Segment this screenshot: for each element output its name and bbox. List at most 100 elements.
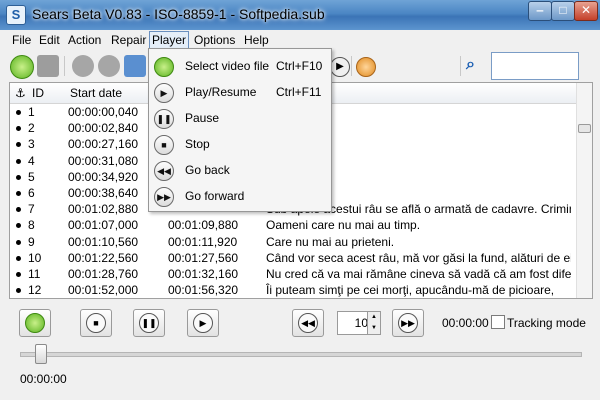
menu-item-stop[interactable]: ■ Stop [149, 131, 331, 157]
close-button[interactable]: ✕ [574, 1, 598, 21]
open-file-icon[interactable] [10, 55, 34, 79]
menu-item-label: Stop [185, 137, 210, 151]
cell-id: 7 [28, 202, 35, 217]
cell-text: Nu cred că va mai rămâne cineva să vadă … [266, 267, 571, 281]
table-row[interactable]: 9 00:01:10,560 00:01:11,920 Care nu mai au … [10, 234, 576, 250]
menu-file[interactable]: File [10, 32, 33, 48]
table-row[interactable]: 8 00:01:07,000 00:01:09,880 Oameni care nu … [10, 217, 576, 233]
row-bullet-icon [16, 174, 21, 180]
pause-icon: ❚❚ [139, 313, 159, 333]
export-icon[interactable] [124, 55, 146, 77]
cell-start: 00:01:52,000 [68, 283, 139, 298]
row-bullet-icon [16, 158, 21, 164]
fast-forward-icon: ▶▶ [398, 313, 418, 333]
folder-video-icon [154, 57, 174, 77]
tracking-mode-label: Tracking mode [507, 316, 586, 330]
play-button[interactable]: ▶ [187, 309, 219, 337]
scrollbar-thumb[interactable] [578, 124, 591, 133]
cell-end: 00:01:27,560 [168, 250, 239, 265]
tracking-mode-checkbox[interactable] [491, 315, 505, 329]
step-spinner[interactable]: ▲ ▼ [367, 311, 381, 335]
cell-end: 00:01:32,160 [168, 267, 239, 281]
rewind-icon: ◀◀ [154, 161, 174, 181]
pause-button[interactable]: ❚❚ [133, 309, 165, 337]
cell-text: Oameni care nu mai au timp. [266, 218, 421, 233]
menu-repair[interactable]: Repair [109, 32, 148, 48]
cell-id: 4 [28, 153, 35, 168]
menu-action[interactable]: Action [66, 32, 103, 48]
menu-item-label: Go forward [185, 189, 245, 203]
row-bullet-icon [16, 126, 21, 132]
menu-bar: File Edit Action Repair Player Options H… [0, 30, 600, 50]
go-forward-button[interactable]: ▶▶ [392, 309, 424, 337]
cell-start: 00:01:10,560 [68, 234, 139, 249]
menu-item-play-resume[interactable]: ▶ Play/Resume Ctrl+F11 [149, 79, 331, 105]
maximize-button[interactable]: □ [551, 1, 575, 21]
seek-slider-thumb[interactable] [35, 344, 47, 364]
time-display: 00:00:00 [442, 316, 489, 330]
menu-item-label: Go back [185, 163, 230, 177]
menu-item-pause[interactable]: ❚❚ Pause [149, 105, 331, 131]
menu-help[interactable]: Help [242, 32, 271, 48]
menu-item-shortcut: Ctrl+F10 [276, 59, 323, 73]
step-input[interactable]: 10 [337, 311, 371, 335]
position-time: 00:00:00 [20, 372, 67, 386]
close-file-icon[interactable] [37, 55, 59, 77]
menu-options[interactable]: Options [192, 32, 237, 48]
stop-button[interactable]: ■ [80, 309, 112, 337]
toolbar-separator [64, 56, 65, 76]
menu-item-select-video-file[interactable]: Select video file Ctrl+F10 [149, 53, 331, 79]
table-row[interactable]: 10 00:01:22,560 00:01:27,560 Când vor seca … [10, 250, 576, 266]
cell-start: 00:01:28,760 [68, 267, 139, 281]
toolbar-separator [460, 56, 461, 76]
next-icon[interactable]: ▶ [330, 57, 350, 77]
anchor-icon: ⚓ [15, 86, 26, 100]
cell-end: 00:01:11,920 [168, 234, 238, 249]
save-icon[interactable] [72, 55, 94, 77]
menu-item-label: Play/Resume [185, 85, 257, 99]
cell-end: 00:01:09,880 [168, 218, 239, 233]
menu-edit[interactable]: Edit [37, 32, 62, 48]
seek-slider-track[interactable] [20, 352, 582, 357]
cell-start: 00:00:02,840 [68, 121, 139, 136]
cell-start: 00:01:22,560 [68, 250, 139, 265]
cell-id: 8 [28, 218, 35, 233]
table-row[interactable]: 12 00:01:52,000 00:01:56,320 Îi puteam simţ… [10, 282, 576, 298]
rewind-icon: ◀◀ [298, 313, 318, 333]
pause-icon: ❚❚ [154, 109, 174, 129]
select-video-button[interactable] [19, 309, 51, 337]
column-id[interactable]: ID [32, 86, 44, 100]
app-icon[interactable]: S [6, 5, 26, 25]
cell-start: 00:01:02,880 [68, 202, 139, 217]
menu-item-label: Pause [185, 111, 220, 125]
menu-item-shortcut: Ctrl+F11 [276, 85, 322, 99]
check-icon[interactable] [356, 57, 376, 77]
cell-text: Când vor seca acest râu, mă vor găsi la … [266, 250, 571, 265]
save-as-icon[interactable] [98, 55, 120, 77]
table-row[interactable]: 11 00:01:28,760 00:01:32,160 Nu cred că va … [10, 266, 576, 282]
menu-item-go-forward[interactable]: ▶▶ Go forward [149, 183, 331, 209]
row-bullet-icon [16, 207, 21, 213]
search-input[interactable] [491, 52, 579, 80]
cell-id: 11 [28, 267, 41, 281]
fast-forward-icon: ▶▶ [154, 187, 174, 207]
window-title: Sears Beta V0.83 - ISO-8859-1 - Softpedi… [32, 6, 325, 22]
menu-item-go-back[interactable]: ◀◀ Go back [149, 157, 331, 183]
row-bullet-icon [16, 191, 21, 196]
menu-player[interactable]: Player [149, 31, 190, 49]
row-bullet-icon [16, 223, 21, 229]
row-bullet-icon [16, 239, 21, 245]
minimize-button[interactable]: ‒ [528, 1, 552, 21]
row-bullet-icon [16, 142, 21, 148]
cell-start: 00:00:27,160 [68, 137, 139, 152]
cell-id: 5 [28, 169, 35, 184]
stop-icon: ■ [154, 135, 174, 155]
vertical-scrollbar[interactable] [576, 83, 592, 298]
menu-item-label: Select video file [185, 59, 270, 73]
column-start-date[interactable]: Start date [70, 86, 122, 100]
go-back-button[interactable]: ◀◀ [292, 309, 324, 337]
cell-start: 00:01:07,000 [68, 218, 139, 233]
cell-id: 9 [28, 234, 35, 249]
player-menu-dropdown: Select video file Ctrl+F10 ▶ Play/Resume Ctr… [148, 48, 332, 212]
search-icon[interactable]: ⌕ [466, 56, 488, 78]
